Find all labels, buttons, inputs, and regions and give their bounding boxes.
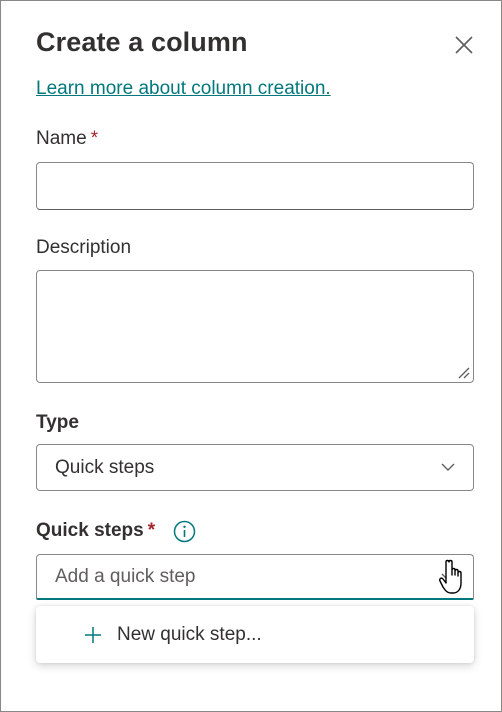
quick-steps-dropdown[interactable]: Add a quick step xyxy=(36,554,474,600)
required-asterisk: * xyxy=(90,128,99,149)
quick-steps-menu: New quick step... xyxy=(36,606,474,663)
menu-item-new-quick-step[interactable]: New quick step... xyxy=(36,606,474,663)
plus-icon xyxy=(85,626,101,643)
chevron-down-icon xyxy=(441,463,455,471)
name-input[interactable] xyxy=(36,162,474,210)
description-textarea[interactable] xyxy=(36,270,474,383)
quick-steps-label-text: Quick steps xyxy=(36,520,144,541)
quick-steps-label: Quick steps * xyxy=(36,520,155,542)
type-selected-value: Quick steps xyxy=(55,456,155,478)
type-dropdown[interactable]: Quick steps xyxy=(36,444,474,491)
menu-item-label: New quick step... xyxy=(117,623,262,645)
panel-title: Create a column xyxy=(36,27,248,57)
resize-grip-icon[interactable] xyxy=(456,365,470,379)
close-icon xyxy=(455,36,473,54)
create-column-panel: Create a column Learn more about column … xyxy=(0,0,502,712)
name-label-text: Name xyxy=(36,128,87,149)
learn-more-link[interactable]: Learn more about column creation. xyxy=(36,78,331,100)
type-label: Type xyxy=(36,412,79,433)
quick-steps-placeholder: Add a quick step xyxy=(55,565,196,587)
info-icon[interactable] xyxy=(173,520,196,543)
name-label: Name * xyxy=(36,128,98,150)
close-button[interactable] xyxy=(450,31,478,59)
description-label: Description xyxy=(36,237,132,258)
required-asterisk: * xyxy=(147,520,156,541)
hand-cursor-icon xyxy=(439,559,462,594)
